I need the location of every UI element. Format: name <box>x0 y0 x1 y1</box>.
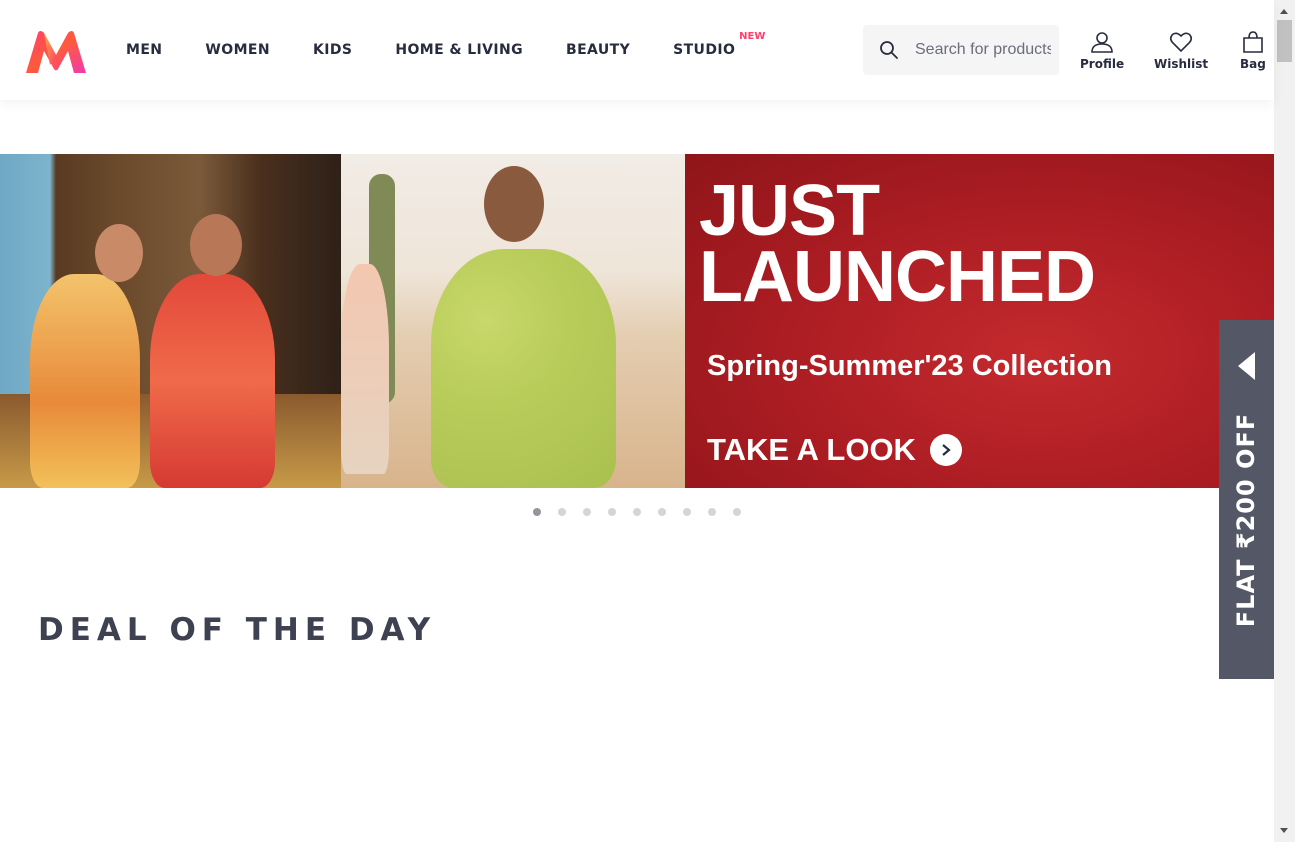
flat-offer-tab[interactable]: FLAT ₹200 OFF <box>1219 320 1274 679</box>
nav-men[interactable]: MEN <box>126 42 162 58</box>
scroll-up-arrow-icon[interactable] <box>1280 9 1288 14</box>
new-badge: NEW <box>739 31 766 42</box>
bag-label: Bag <box>1240 57 1266 71</box>
carousel-dot-7[interactable] <box>683 508 691 516</box>
wishlist-button[interactable]: Wishlist <box>1154 30 1208 71</box>
wishlist-label: Wishlist <box>1154 57 1209 71</box>
profile-label: Profile <box>1080 57 1125 71</box>
search-icon[interactable] <box>879 40 899 60</box>
promo-subtitle: Spring-Summer'23 Collection <box>707 350 1112 382</box>
main-nav: MEN WOMEN KIDS HOME & LIVING BEAUTY STUD… <box>126 0 778 100</box>
deal-of-the-day-heading: DEAL OF THE DAY <box>38 612 437 648</box>
banner-photo-right <box>341 154 685 488</box>
triangle-left-icon <box>1238 352 1255 380</box>
promo-title: JUST LAUNCHED <box>699 171 1096 317</box>
search-input[interactable] <box>915 25 1051 75</box>
nav-home-living[interactable]: HOME & LIVING <box>395 42 523 58</box>
promo-panel: JUST LAUNCHED Spring-Summer'23 Collection… <box>685 154 1274 488</box>
scroll-down-arrow-icon[interactable] <box>1280 828 1288 833</box>
bag-icon <box>1243 31 1263 53</box>
myntra-logo[interactable] <box>24 29 88 75</box>
carousel-dot-5[interactable] <box>633 508 641 516</box>
hero-banner[interactable]: JUST LAUNCHED Spring-Summer'23 Collection… <box>0 154 1274 488</box>
carousel-dot-3[interactable] <box>583 508 591 516</box>
take-a-look-link[interactable]: TAKE A LOOK <box>707 432 962 468</box>
carousel-dot-1[interactable] <box>533 508 541 516</box>
scrollbar-thumb[interactable] <box>1277 20 1292 62</box>
profile-icon <box>1091 32 1113 53</box>
carousel-dot-8[interactable] <box>708 508 716 516</box>
carousel-dot-4[interactable] <box>608 508 616 516</box>
carousel-dot-6[interactable] <box>658 508 666 516</box>
carousel-dots <box>533 508 758 516</box>
nav-women[interactable]: WOMEN <box>205 42 270 58</box>
banner-photo-left <box>0 154 341 488</box>
chevron-right-icon <box>929 434 962 466</box>
flat-offer-label: FLAT ₹200 OFF <box>1232 412 1260 628</box>
carousel-dot-2[interactable] <box>558 508 566 516</box>
nav-studio[interactable]: STUDIO NEW <box>673 31 765 58</box>
page-scrollbar[interactable] <box>1274 0 1295 842</box>
carousel-dot-9[interactable] <box>733 508 741 516</box>
profile-button[interactable]: Profile <box>1080 30 1124 71</box>
nav-kids[interactable]: KIDS <box>313 42 352 58</box>
cta-label: TAKE A LOOK <box>707 432 916 467</box>
bag-button[interactable]: Bag <box>1240 30 1266 71</box>
search-bar <box>863 25 1059 75</box>
heart-icon <box>1170 32 1193 53</box>
nav-beauty[interactable]: BEAUTY <box>566 42 630 58</box>
site-header: MEN WOMEN KIDS HOME & LIVING BEAUTY STUD… <box>0 0 1274 100</box>
